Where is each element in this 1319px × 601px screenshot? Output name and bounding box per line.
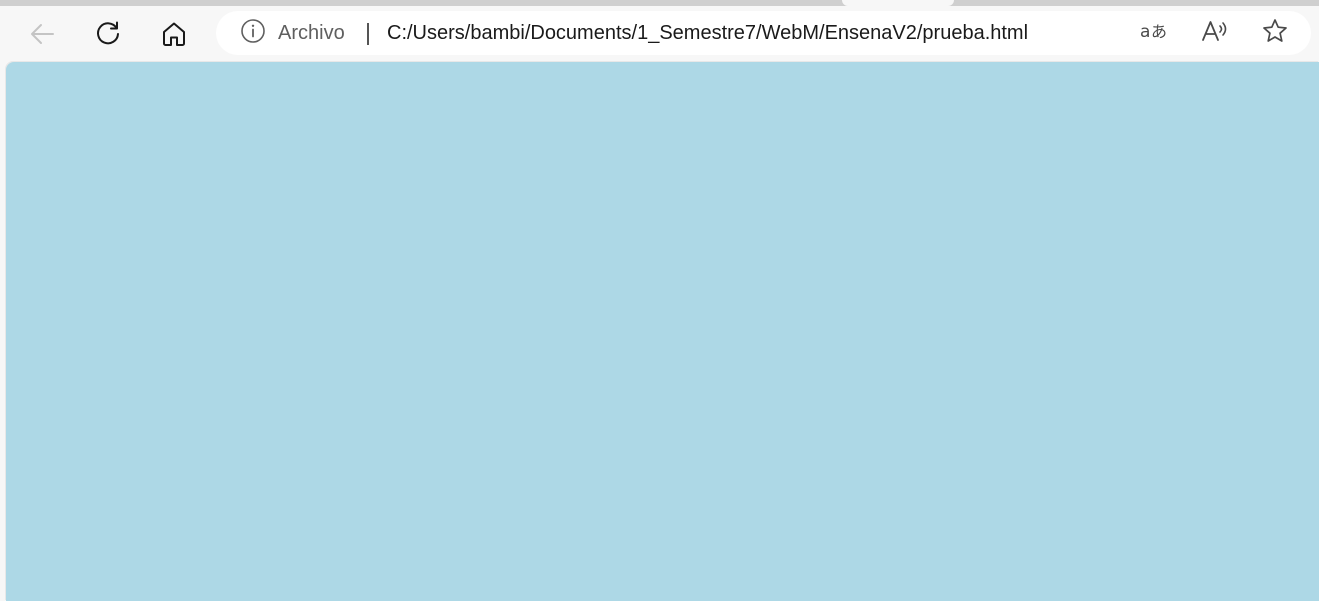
page-content-area (6, 62, 1319, 601)
site-info-label: Archivo (278, 21, 345, 44)
read-aloud-button[interactable] (1197, 15, 1233, 51)
browser-toolbar: Archivo C:/Users/bambi/Documents/1_Semes… (0, 6, 1319, 62)
read-aloud-icon (1200, 18, 1230, 49)
home-icon (160, 20, 188, 48)
svg-text:あ: あ (1151, 22, 1167, 41)
refresh-icon (94, 20, 122, 48)
translate-icon: a あ (1139, 18, 1169, 49)
home-button[interactable] (154, 14, 194, 54)
refresh-button[interactable] (88, 14, 128, 54)
translate-button[interactable]: a あ (1136, 15, 1172, 51)
back-button[interactable] (22, 14, 62, 54)
back-arrow-icon (28, 20, 56, 48)
address-bar[interactable]: Archivo C:/Users/bambi/Documents/1_Semes… (216, 11, 1311, 55)
info-icon (240, 18, 266, 49)
svg-text:a: a (1140, 22, 1150, 42)
favorite-button[interactable] (1257, 15, 1293, 51)
url-field[interactable]: C:/Users/bambi/Documents/1_Semestre7/Web… (387, 11, 1028, 55)
site-info-button[interactable]: Archivo (240, 11, 345, 55)
address-separator (367, 23, 369, 45)
favorite-star-icon (1261, 17, 1289, 50)
